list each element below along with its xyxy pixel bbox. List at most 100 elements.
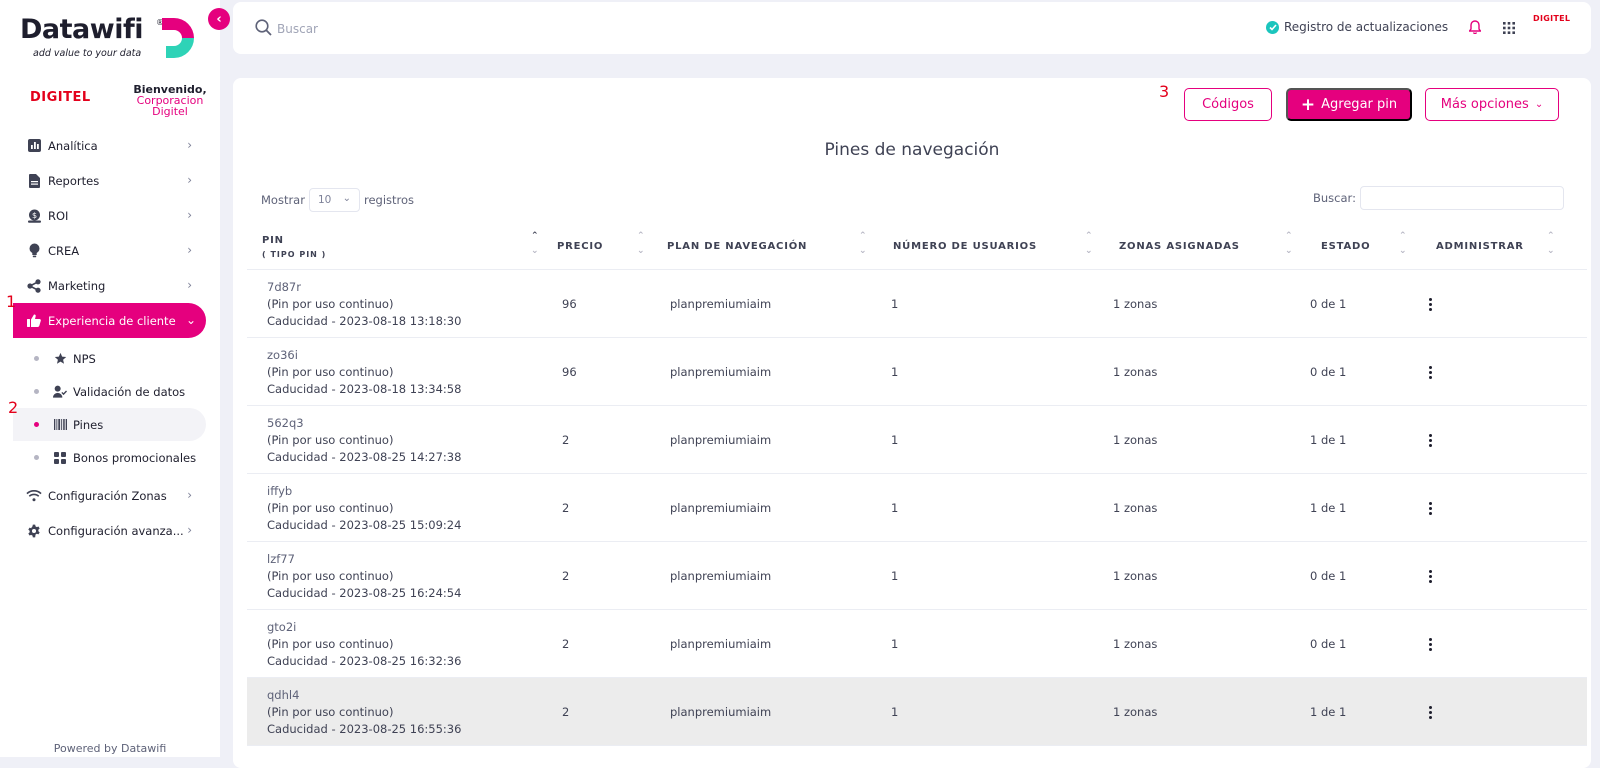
price-cell: 2 bbox=[562, 637, 570, 651]
sort-icon[interactable]: ⌃ ⌄ bbox=[1547, 229, 1555, 259]
table-row[interactable]: qdhl4 (Pin por uso continuo) Caducidad -… bbox=[247, 678, 1587, 746]
chevron-down-icon: ⌄ bbox=[342, 193, 351, 204]
changelog-link[interactable]: Registro de actualizaciones bbox=[1266, 20, 1448, 34]
plus-icon: + bbox=[1300, 94, 1316, 115]
add-pin-button[interactable]: + Agregar pin bbox=[1286, 88, 1412, 121]
sidebar-item-experiencia-cliente[interactable]: Experiencia de cliente ⌄ bbox=[13, 303, 206, 338]
pin-cell: lzf77 (Pin por uso continuo) Caducidad -… bbox=[267, 542, 461, 610]
column-header-users[interactable]: NÚMERO DE USUARIOS bbox=[893, 223, 1037, 270]
length-suffix: registros bbox=[363, 193, 415, 207]
users-cell: 1 bbox=[891, 705, 899, 719]
column-header-price[interactable]: PRECIO bbox=[557, 223, 603, 270]
column-pin-label: PIN bbox=[262, 234, 284, 246]
admin-cell bbox=[1423, 338, 1437, 406]
apps-grid-icon[interactable] bbox=[1503, 22, 1515, 34]
pin-type: (Pin por uso continuo) bbox=[267, 432, 394, 447]
sidebar-item-marketing[interactable]: Marketing › bbox=[0, 268, 220, 303]
table-row[interactable]: 7d87r (Pin por uso continuo) Caducidad -… bbox=[247, 270, 1587, 338]
changelog-label: Registro de actualizaciones bbox=[1284, 20, 1449, 34]
plan-cell: planpremiumiaim bbox=[670, 569, 772, 583]
bullet bbox=[34, 389, 39, 394]
grid-icon bbox=[53, 451, 67, 465]
status-cell: 0 de 1 bbox=[1310, 297, 1347, 311]
pin-expiry: Caducidad - 2023-08-25 16:55:36 bbox=[267, 721, 462, 736]
kebab-menu-icon[interactable] bbox=[1423, 365, 1437, 379]
zones-cell: 1 zonas bbox=[1113, 433, 1158, 447]
pin-type: (Pin por uso continuo) bbox=[267, 568, 394, 583]
kebab-menu-icon[interactable] bbox=[1423, 637, 1437, 651]
sidebar-subitem-label: Pines bbox=[73, 417, 104, 432]
brand-d-icon bbox=[162, 18, 194, 58]
price-cell: 2 bbox=[562, 501, 570, 515]
plan-cell: planpremiumiaim bbox=[670, 501, 772, 515]
chevron-right-icon: › bbox=[187, 208, 192, 222]
bell-icon[interactable] bbox=[1469, 20, 1481, 34]
kebab-menu-icon[interactable] bbox=[1423, 569, 1437, 583]
column-header-admin[interactable]: ADMINISTRAR bbox=[1436, 223, 1524, 270]
table-row[interactable]: lzf77 (Pin por uso continuo) Caducidad -… bbox=[247, 542, 1587, 610]
sidebar-subitem-nps[interactable]: NPS bbox=[0, 342, 220, 375]
sort-icon[interactable]: ⌃ ⌄ bbox=[637, 229, 645, 259]
kebab-menu-icon[interactable] bbox=[1423, 297, 1437, 311]
table-filter: Buscar: bbox=[1313, 186, 1564, 210]
sidebar-item-analitica[interactable]: Analítica › bbox=[0, 128, 220, 163]
collapse-sidebar-button[interactable]: ‹ bbox=[208, 8, 230, 30]
sidebar-item-crea[interactable]: CREA › bbox=[0, 233, 220, 268]
table-row[interactable]: zo36i (Pin por uso continuo) Caducidad -… bbox=[247, 338, 1587, 406]
sidebar-item-reportes[interactable]: Reportes › bbox=[0, 163, 220, 198]
plan-cell: planpremiumiaim bbox=[670, 637, 772, 651]
status-cell: 0 de 1 bbox=[1310, 569, 1347, 583]
pin-expiry: Caducidad - 2023-08-25 15:09:24 bbox=[267, 517, 462, 532]
sidebar-subitem-pines[interactable]: Pines bbox=[13, 408, 206, 441]
sidebar-item-label: Analítica bbox=[48, 138, 98, 153]
column-header-pin[interactable]: PIN ( TIPO PIN ) bbox=[262, 223, 326, 270]
svg-text:$: $ bbox=[31, 211, 36, 220]
kebab-menu-icon[interactable] bbox=[1423, 705, 1437, 719]
admin-cell bbox=[1423, 610, 1437, 678]
sidebar-item-label: CREA bbox=[48, 243, 80, 258]
table-search-input[interactable] bbox=[1359, 186, 1564, 210]
sidebar-subitem-label: Bonos promocionales bbox=[73, 450, 197, 465]
column-header-status[interactable]: ESTADO bbox=[1321, 223, 1370, 270]
sidebar-item-configuracion-avanzada[interactable]: Configuración avanza... › bbox=[0, 513, 220, 548]
price-cell: 96 bbox=[562, 365, 577, 379]
sidebar-subitem-bonos[interactable]: Bonos promocionales bbox=[0, 441, 220, 474]
user-company-logo[interactable]: DIGITEL bbox=[1533, 14, 1570, 23]
sort-icon[interactable]: ⌃ ⌄ bbox=[859, 229, 867, 259]
column-header-zones[interactable]: ZONAS ASIGNADAS bbox=[1119, 223, 1240, 270]
sort-icon[interactable]: ⌃ ⌄ bbox=[531, 229, 539, 259]
pin-code: iffyb bbox=[267, 483, 293, 498]
document-icon bbox=[26, 173, 42, 189]
codes-button[interactable]: Códigos bbox=[1184, 88, 1272, 121]
client-name: Corporacion Digitel bbox=[136, 94, 204, 118]
sidebar-item-configuracion-zonas[interactable]: Configuración Zonas › bbox=[0, 478, 220, 513]
table-row[interactable]: 562q3 (Pin por uso continuo) Caducidad -… bbox=[247, 406, 1587, 474]
more-options-button[interactable]: Más opciones ⌄ bbox=[1425, 88, 1559, 121]
pin-code: zo36i bbox=[267, 347, 298, 362]
kebab-menu-icon[interactable] bbox=[1423, 433, 1437, 447]
admin-cell bbox=[1423, 474, 1437, 542]
sort-icon[interactable]: ⌃ ⌄ bbox=[1285, 229, 1293, 259]
chevron-down-icon: ⌄ bbox=[1534, 99, 1544, 110]
zones-cell: 1 zonas bbox=[1113, 637, 1158, 651]
table-row[interactable]: gto2i (Pin por uso continuo) Caducidad -… bbox=[247, 610, 1587, 678]
plan-cell: planpremiumiaim bbox=[670, 433, 772, 447]
table-row[interactable]: iffyb (Pin por uso continuo) Caducidad -… bbox=[247, 474, 1587, 542]
sort-icon[interactable]: ⌃ ⌄ bbox=[1399, 229, 1407, 259]
brand-logo[interactable]: Datawifi ® add value to your data bbox=[20, 14, 200, 64]
global-search-input[interactable] bbox=[277, 18, 577, 40]
kebab-menu-icon[interactable] bbox=[1423, 501, 1437, 515]
pin-code: qdhl4 bbox=[267, 687, 300, 702]
column-header-plan[interactable]: PLAN DE NAVEGACIÓN bbox=[667, 223, 807, 270]
pins-card: 3 Códigos + Agregar pin Más opciones ⌄ P… bbox=[233, 78, 1591, 768]
sidebar-item-roi[interactable]: $ ROI › bbox=[0, 198, 220, 233]
zones-cell: 1 zonas bbox=[1113, 501, 1158, 515]
zones-cell: 1 zonas bbox=[1113, 569, 1158, 583]
sort-icon[interactable]: ⌃ ⌄ bbox=[1085, 229, 1093, 259]
pin-expiry: Caducidad - 2023-08-25 16:32:36 bbox=[267, 653, 462, 668]
status-cell: 0 de 1 bbox=[1310, 637, 1347, 651]
sidebar-subitem-validacion-datos[interactable]: Validación de datos bbox=[0, 375, 220, 408]
page-length-select[interactable]: 10 ⌄ bbox=[308, 188, 360, 212]
column-status-label: ESTADO bbox=[1321, 241, 1371, 252]
sidebar-item-label: Reportes bbox=[48, 173, 100, 188]
